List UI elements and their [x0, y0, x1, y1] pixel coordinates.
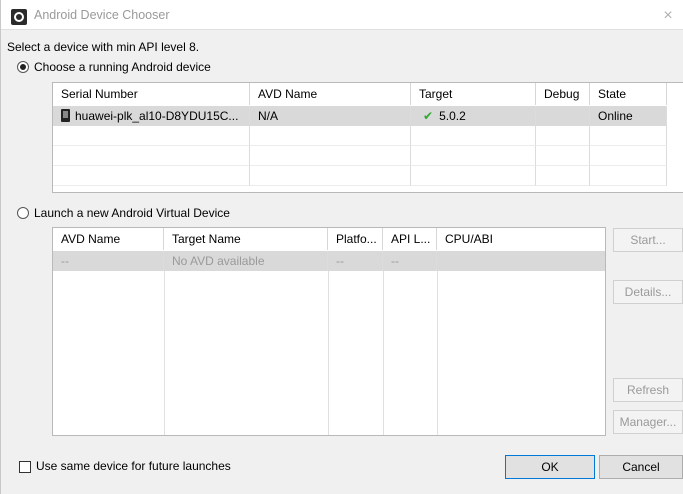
- device-target: 5.0.2: [439, 109, 466, 123]
- column-avd-name[interactable]: AVD Name: [53, 228, 164, 250]
- empty-cell: [411, 166, 536, 186]
- same-device-checkbox-label[interactable]: Use same device for future launches: [36, 459, 231, 473]
- empty-cell: [536, 166, 590, 186]
- empty-row: [53, 146, 667, 166]
- column-divider: [164, 271, 165, 435]
- running-devices-header: Serial Number AVD Name Target Debug Stat…: [53, 83, 683, 105]
- column-divider: [328, 271, 329, 435]
- device-serial-cell: huawei-plk_al10-D8YDU15C...: [53, 106, 250, 126]
- empty-cell: [536, 146, 590, 166]
- device-chooser-dialog: Android Device Chooser × Select a device…: [0, 0, 683, 494]
- device-target-cell: ✔ 5.0.2: [411, 106, 536, 126]
- window-title: Android Device Chooser: [34, 8, 170, 22]
- avd-table-header: AVD Name Target Name Platfo... API L... …: [53, 228, 605, 250]
- cancel-button[interactable]: Cancel: [599, 455, 683, 479]
- device-debug: [536, 106, 590, 126]
- column-avd-name[interactable]: AVD Name: [250, 83, 411, 105]
- avd-platform-cell: --: [328, 251, 383, 271]
- empty-cell: [53, 126, 250, 146]
- start-button[interactable]: Start...: [613, 228, 683, 252]
- title-bar: Android Device Chooser ×: [1, 0, 683, 30]
- device-row[interactable]: huawei-plk_al10-D8YDU15C... N/A ✔ 5.0.2 O…: [53, 106, 667, 126]
- empty-cell: [53, 166, 250, 186]
- column-cpu-abi[interactable]: CPU/ABI: [437, 228, 605, 250]
- empty-cell: [590, 126, 667, 146]
- ok-button[interactable]: OK: [505, 455, 595, 479]
- column-target[interactable]: Target: [411, 83, 536, 105]
- avd-table: AVD Name Target Name Platfo... API L... …: [52, 227, 606, 436]
- empty-row: [53, 166, 667, 186]
- device-avd-name: N/A: [250, 106, 411, 126]
- empty-cell: [411, 146, 536, 166]
- avd-row[interactable]: -- No AVD available -- --: [53, 251, 605, 271]
- empty-cell: [590, 146, 667, 166]
- same-device-checkbox[interactable]: [19, 461, 31, 473]
- empty-row: [53, 126, 667, 146]
- column-target-name[interactable]: Target Name: [164, 228, 328, 250]
- phone-icon: [61, 109, 70, 122]
- empty-cell: [250, 166, 411, 186]
- refresh-button[interactable]: Refresh: [613, 378, 683, 402]
- column-state[interactable]: State: [590, 83, 667, 105]
- api-level-prompt: Select a device with min API level 8.: [7, 40, 200, 54]
- running-device-radio-label[interactable]: Choose a running Android device: [34, 60, 211, 74]
- empty-cell: [250, 146, 411, 166]
- column-divider: [437, 271, 438, 435]
- avd-target-cell: No AVD available: [164, 251, 328, 271]
- empty-cell: [536, 126, 590, 146]
- virtual-device-radio-label[interactable]: Launch a new Android Virtual Device: [34, 206, 230, 220]
- device-serial: huawei-plk_al10-D8YDU15C...: [75, 109, 239, 123]
- details-button[interactable]: Details...: [613, 280, 683, 304]
- column-serial-number[interactable]: Serial Number: [53, 83, 250, 105]
- empty-cell: [411, 126, 536, 146]
- avd-api-cell: --: [383, 251, 437, 271]
- running-devices-table: Serial Number AVD Name Target Debug Stat…: [52, 82, 683, 193]
- avd-cpu-cell: [437, 251, 605, 271]
- column-debug[interactable]: Debug: [536, 83, 590, 105]
- device-state: Online: [590, 106, 667, 126]
- running-device-radio[interactable]: [17, 61, 29, 73]
- column-platform[interactable]: Platfo...: [328, 228, 383, 250]
- virtual-device-radio[interactable]: [17, 207, 29, 219]
- empty-cell: [250, 126, 411, 146]
- checkmark-icon: ✔: [423, 109, 434, 123]
- empty-cell: [53, 146, 250, 166]
- column-api-level[interactable]: API L...: [383, 228, 437, 250]
- close-button[interactable]: ×: [658, 6, 678, 26]
- manager-button[interactable]: Manager...: [613, 410, 683, 434]
- android-chooser-icon: [11, 9, 27, 25]
- avd-name-cell: --: [53, 251, 164, 271]
- column-divider: [383, 271, 384, 435]
- empty-cell: [590, 166, 667, 186]
